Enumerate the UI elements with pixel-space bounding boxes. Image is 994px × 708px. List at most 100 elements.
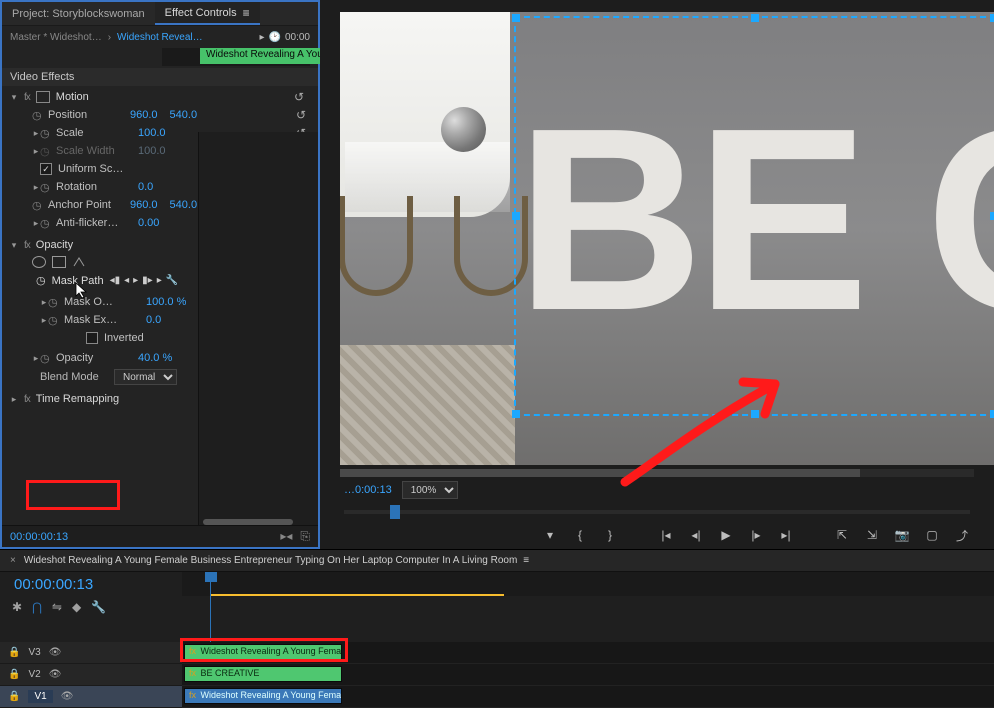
prop-scale-val[interactable]: 100.0 (138, 127, 166, 139)
tab-project[interactable]: Project: Storyblockswoman (2, 2, 155, 25)
timeline-tracks[interactable]: fx Wideshot Revealing A Young Female Bus… (182, 642, 994, 708)
handle-br[interactable] (990, 410, 994, 418)
work-area-bar[interactable] (211, 594, 504, 596)
checkbox-inverted[interactable] (86, 332, 98, 344)
stopwatch-icon[interactable]: ◷ (40, 127, 52, 140)
keyframe-column[interactable] (198, 132, 318, 525)
stopwatch-icon[interactable]: ◷ (36, 274, 46, 287)
handle-tl[interactable] (512, 14, 520, 22)
toggle-output-icon[interactable]: 👁 (49, 647, 62, 658)
prev-kf-icon[interactable]: ◂ (124, 275, 129, 286)
prop-position-y[interactable]: 540.0 (170, 109, 198, 121)
extract-icon[interactable]: ⇲ (864, 527, 880, 543)
mark-in-icon[interactable]: { (572, 527, 588, 543)
checkbox-uniform[interactable] (40, 163, 52, 175)
track-header-v1[interactable]: 🔒 V1 👁 (0, 686, 182, 708)
wrench-icon[interactable]: 🔧 (166, 275, 178, 286)
handle-l[interactable] (512, 212, 520, 220)
fx-motion-header[interactable]: ▾ fx Motion ↺ (2, 88, 318, 106)
toggle-output-icon[interactable]: 👁 (61, 691, 74, 702)
breadcrumb-source[interactable]: Wideshot Reveal… (117, 32, 203, 43)
twirl-icon[interactable]: ▸ (32, 128, 40, 139)
settings-icon[interactable]: 🔧 (91, 600, 106, 614)
viewer-timecode[interactable]: …0:00:13 (344, 484, 392, 496)
track-v2[interactable]: fx BE CREATIVE (182, 664, 994, 686)
next-keyframe-icon[interactable]: ▸ (157, 275, 162, 286)
share-icon[interactable]: ⤴ (954, 527, 970, 543)
rect-mask-icon[interactable] (52, 256, 66, 268)
twirl-icon[interactable]: ▾ (10, 92, 18, 103)
reset-icon[interactable]: ↺ (296, 108, 312, 122)
panel-menu-icon[interactable]: ≡ (523, 555, 529, 566)
fx-timecode[interactable]: 00:00:00:13 (10, 531, 68, 543)
close-tab-icon[interactable]: × (10, 555, 16, 566)
toggle-output-icon[interactable]: 👁 (49, 669, 62, 680)
pen-mask-icon[interactable] (72, 256, 86, 268)
zoom-fit-icon[interactable]: ▸◂ (280, 529, 292, 544)
lift-icon[interactable]: ⇱ (834, 527, 850, 543)
add-marker-icon[interactable]: ▾ (542, 527, 558, 543)
step-fwd-icon[interactable]: |▸ (748, 527, 764, 543)
linked-sel-icon[interactable]: ⇋ (52, 600, 62, 614)
go-to-in-icon[interactable]: |◂ (658, 527, 674, 543)
prop-anchor-x[interactable]: 960.0 (130, 199, 158, 211)
playhead-marker[interactable] (390, 505, 400, 519)
prop-position[interactable]: ◷ Position 960.0 540.0 ↺ (2, 106, 318, 124)
timeline-ruler[interactable] (182, 572, 994, 596)
prop-masko-val[interactable]: 100.0 % (146, 296, 186, 308)
track-v1[interactable]: fx Wideshot Revealing A Young Female Bus… (182, 686, 994, 708)
play-mask-icon[interactable]: ▸ (133, 275, 138, 286)
blend-mode-select[interactable]: Normal (114, 369, 177, 385)
step-back-icon[interactable]: ◂| (688, 527, 704, 543)
program-viewer[interactable]: BE CR (340, 12, 994, 465)
fx-badge-icon[interactable]: fx (24, 92, 30, 103)
kf-scrollbar[interactable] (203, 519, 293, 525)
comparison-icon[interactable]: ▢ (924, 527, 940, 543)
prop-maske-val[interactable]: 0.0 (146, 314, 161, 326)
go-to-out-icon[interactable]: ▸| (778, 527, 794, 543)
prop-opacity-val[interactable]: 40.0 % (138, 352, 172, 364)
magnet-icon[interactable]: ⋂ (32, 600, 42, 614)
track-v3[interactable]: fx Wideshot Revealing A Young Female Bus… (182, 642, 994, 664)
handle-b[interactable] (751, 410, 759, 418)
prop-position-x[interactable]: 960.0 (130, 109, 158, 121)
handle-bl[interactable] (512, 410, 520, 418)
tab-effect-controls[interactable]: Effect Controls ≡ (155, 2, 260, 25)
handle-t[interactable] (751, 14, 759, 22)
marker-icon[interactable]: ◆ (72, 600, 81, 614)
lock-icon[interactable]: 🔒 (8, 669, 20, 680)
mask-selection-box[interactable] (514, 16, 994, 416)
handle-r[interactable] (990, 212, 994, 220)
prop-antif-val[interactable]: 0.00 (138, 217, 159, 229)
reset-icon[interactable]: ↺ (294, 90, 310, 104)
lock-icon[interactable]: 🔒 (8, 647, 20, 658)
play-only-icon[interactable]: ▸ (259, 32, 264, 43)
clip-v3[interactable]: fx Wideshot Revealing A Young Female Bus… (184, 644, 342, 660)
clip-v1[interactable]: fx Wideshot Revealing A Young Female Bus… (184, 688, 342, 704)
handle-tr[interactable] (990, 14, 994, 22)
timeline-tab[interactable]: × Wideshot Revealing A Young Female Busi… (0, 550, 994, 572)
timeline-timecode[interactable]: 00:00:00:13 (0, 576, 182, 593)
prop-mask-path[interactable]: ◷ Mask Path ◂▮ ◂ ▸ ▮▸ ▸ 🔧 (2, 272, 318, 289)
prop-rotation-val[interactable]: 0.0 (138, 181, 153, 193)
snap-icon[interactable]: ✱ (12, 600, 22, 614)
mini-timeline[interactable]: Wideshot Revealing A Young (162, 48, 310, 66)
new-bin-icon[interactable]: ⎘ (300, 529, 310, 544)
play-icon[interactable]: ▶ (718, 527, 734, 543)
lock-icon[interactable]: 🔒 (8, 691, 20, 702)
track-header-v2[interactable]: 🔒 V2 👁 (0, 664, 182, 686)
viewer-scrollbar[interactable] (340, 469, 974, 477)
zoom-select[interactable]: 100% (402, 481, 458, 499)
panel-menu-icon[interactable]: ≡ (243, 6, 250, 20)
mark-out-icon[interactable]: } (602, 527, 618, 543)
prev-keyframe-icon[interactable]: ◂▮ (110, 275, 121, 286)
track-header-v3[interactable]: 🔒 V3 👁 (0, 642, 182, 664)
clip-v2[interactable]: fx BE CREATIVE (184, 666, 342, 682)
viewer-zoom-scroll[interactable] (344, 505, 970, 519)
prop-anchor-y[interactable]: 540.0 (170, 199, 198, 211)
next-kf-icon[interactable]: ▮▸ (142, 275, 153, 286)
stopwatch-icon[interactable]: ◷ (32, 109, 44, 122)
export-frame-icon[interactable]: 📷 (894, 527, 910, 543)
ellipse-mask-icon[interactable] (32, 256, 46, 268)
timeline-pti-icon[interactable]: 🕑 (269, 32, 281, 43)
